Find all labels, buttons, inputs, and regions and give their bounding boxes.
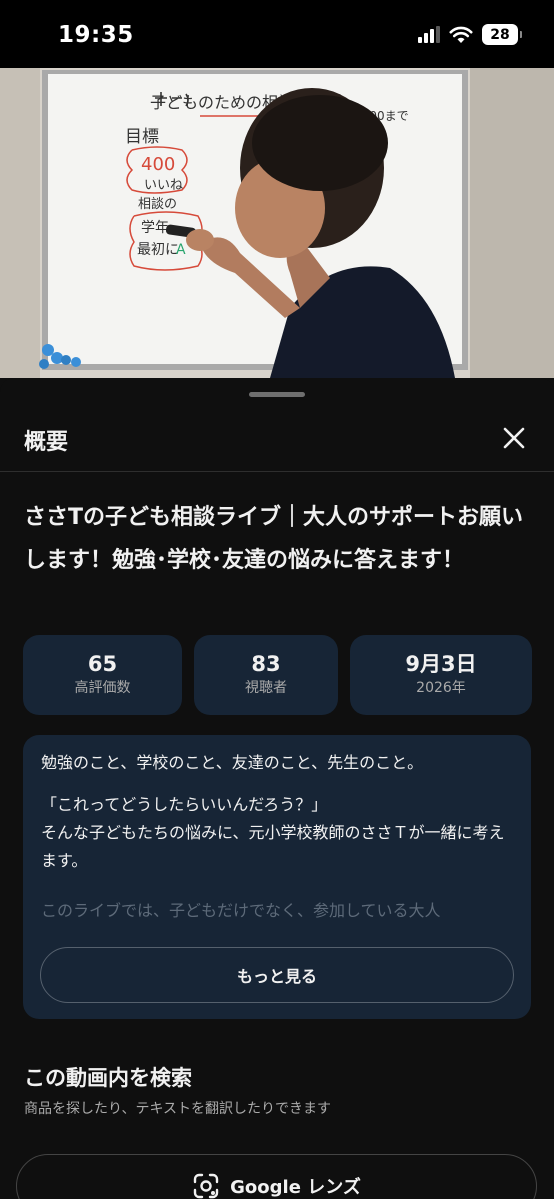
description-card[interactable]: 勉強のこと、学校のこと、友達のこと、先生のこと。 「これってどうしたらいいんだろ… — [23, 735, 531, 1019]
stat-likes: 65 高評価数 — [23, 635, 182, 715]
description-line: そんな子どもたちの悩みに、元小学校教師のささＴが一緒に考えます。 — [41, 823, 505, 870]
description-text: 勉強のこと、学校のこと、友達のこと、先生のこと。 「これってどうしたらいいんだろ… — [41, 749, 519, 875]
stats-row: 65 高評価数 83 視聴者 9月3日 2026年 — [23, 635, 532, 715]
search-section-subtitle: 商品を探したり、テキストを翻訳したりできます — [24, 1101, 332, 1117]
description-sheet: 概要 ささTの子ども相談ライブ｜大人のサポートお願いします！勉強･学校･友達の悩… — [0, 378, 554, 1199]
svg-text:相談の: 相談の — [138, 196, 177, 212]
google-lens-label: Google レンズ — [230, 1177, 361, 1198]
signal-icon — [418, 26, 440, 43]
show-more-button[interactable]: もっと見る — [40, 947, 514, 1003]
svg-text:学年: 学年 — [141, 220, 169, 236]
search-section-title: この動画内を検索 — [24, 1066, 192, 1090]
google-lens-button[interactable]: Google レンズ — [16, 1154, 537, 1199]
status-bar: 19:35 28 — [0, 0, 554, 68]
stat-value: 65 — [87, 652, 118, 676]
description-faded-line: このライブでは、子どもだけでなく、参加している大人 — [41, 901, 441, 920]
svg-text:400: 400 — [141, 154, 175, 175]
drag-handle[interactable] — [249, 392, 305, 397]
video-player[interactable]: 子どものための相談ライブ 21:00まで 目標 400 いいね 相談の 学年 最… — [0, 68, 554, 378]
google-lens-icon — [193, 1173, 219, 1199]
stat-viewers: 83 視聴者 — [194, 635, 338, 715]
svg-text:最初に: 最初に — [137, 241, 179, 258]
status-icons: 28 — [418, 24, 522, 45]
video-frame: 子どものための相談ライブ 21:00まで 目標 400 いいね 相談の 学年 最… — [0, 68, 554, 378]
video-title: ささTの子ども相談ライブ｜大人のサポートお願いします！勉強･学校･友達の悩みに答… — [24, 505, 524, 573]
battery-indicator: 28 — [482, 24, 522, 45]
description-line: 「これってどうしたらいいんだろう？」 — [41, 795, 328, 814]
stat-date: 9月3日 2026年 — [350, 635, 532, 715]
whiteboard-goal: 目標 — [125, 127, 159, 147]
stat-label: 2026年 — [416, 680, 466, 696]
stat-value: 83 — [251, 652, 281, 676]
svg-text:いいね: いいね — [144, 178, 183, 193]
sheet-title: 概要 — [24, 430, 69, 455]
description-line: 勉強のこと、学校のこと、友達のこと、先生のこと。 — [41, 753, 424, 772]
stat-label: 視聴者 — [245, 680, 287, 696]
stat-value: 9月3日 — [405, 652, 477, 676]
status-time: 19:35 — [58, 22, 134, 48]
sheet-header: 概要 — [0, 406, 554, 472]
svg-text:A: A — [176, 242, 186, 258]
wifi-icon — [449, 26, 473, 43]
stat-label: 高評価数 — [74, 680, 131, 696]
close-icon[interactable] — [500, 424, 528, 452]
